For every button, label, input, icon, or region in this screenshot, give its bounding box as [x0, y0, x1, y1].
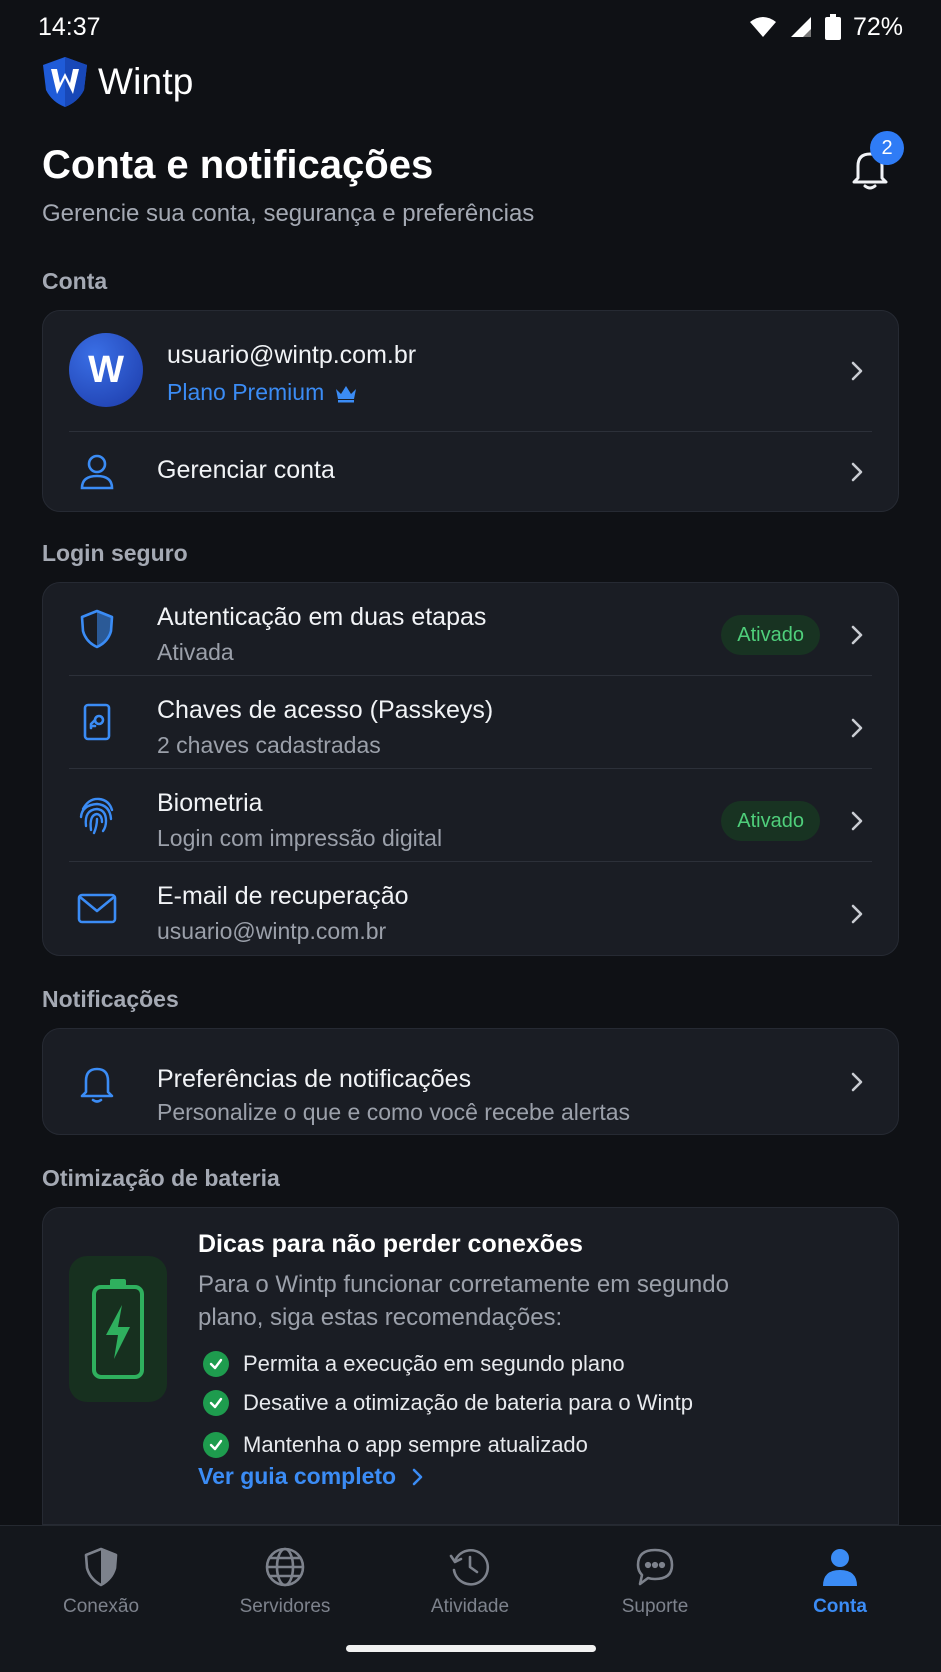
- signal-icon: [790, 17, 811, 37]
- globe-icon: [265, 1547, 305, 1587]
- full-guide-link[interactable]: Ver guia completo: [198, 1463, 426, 1490]
- account-email: usuario@wintp.com.br: [167, 341, 417, 369]
- chevron-right-icon: [851, 811, 863, 831]
- notification-preferences-row[interactable]: Preferências de notificações Personalize…: [43, 1029, 898, 1136]
- two-factor-subtitle: Ativada: [157, 639, 234, 665]
- passkey-icon: [83, 703, 111, 741]
- biometrics-subtitle: Login com impressão digital: [157, 825, 443, 851]
- page-subtitle: Gerencie sua conta, segurança e preferên…: [42, 200, 535, 227]
- chevron-right-icon: [851, 904, 863, 924]
- fingerprint-icon: [79, 797, 114, 835]
- wifi-icon: [749, 17, 776, 37]
- manage-account-row[interactable]: Gerenciar conta: [43, 432, 898, 512]
- biometrics-row[interactable]: Biometria Login com impressão digital At…: [43, 769, 898, 861]
- nav-label: Atividade: [430, 1596, 510, 1617]
- shield-icon: [84, 1547, 118, 1587]
- two-factor-title: Autenticação em duas etapas: [157, 603, 487, 631]
- battery-status-icon: [824, 14, 841, 40]
- status-icons: 72%: [749, 13, 903, 42]
- avatar: W: [69, 333, 143, 407]
- nav-label: Conta: [813, 1596, 867, 1617]
- battery-tile: [69, 1256, 167, 1402]
- shield-icon: [80, 609, 114, 649]
- section-label-battery: Otimização de bateria: [42, 1165, 280, 1191]
- brand: Wintp: [42, 56, 194, 108]
- mail-icon: [77, 893, 117, 924]
- battery-tips-description: Para o Wintp funcionar corretamente em s…: [198, 1271, 729, 1331]
- nav-item-suporte[interactable]: Suporte: [580, 1546, 730, 1618]
- chevron-right-icon: [851, 462, 863, 482]
- tip-text: Mantenha o app sempre atualizado: [243, 1432, 588, 1457]
- user-icon: [823, 1549, 857, 1586]
- nav-item-servidores[interactable]: Servidores: [210, 1546, 360, 1618]
- crown-icon: [336, 385, 357, 402]
- nav-label: Conexão: [62, 1596, 140, 1617]
- recovery-email-row[interactable]: E-mail de recuperação usuario@wintp.com.…: [43, 862, 898, 956]
- check-icon: [203, 1432, 229, 1458]
- bell-icon: [80, 1067, 114, 1103]
- recovery-email-title: E-mail de recuperação: [157, 882, 409, 910]
- section-label-account: Conta: [42, 268, 108, 294]
- section-label-notifications: Notificações: [42, 986, 179, 1012]
- account-card: W usuario@wintp.com.br Plano Premium Ger…: [42, 310, 899, 512]
- check-icon: [203, 1390, 229, 1416]
- section-label-secure-login: Login seguro: [42, 540, 188, 566]
- two-factor-row[interactable]: Autenticação em duas etapas Ativada Ativ…: [43, 583, 898, 675]
- battery-charging-icon: [92, 1279, 144, 1379]
- chat-icon: [636, 1548, 674, 1586]
- notifications-card: Preferências de notificações Personalize…: [42, 1028, 899, 1135]
- manage-account-label: Gerenciar conta: [157, 456, 335, 484]
- passkeys-title: Chaves de acesso (Passkeys): [157, 696, 494, 724]
- tip-text: Desative a otimização de bateria para o …: [243, 1390, 694, 1415]
- wintp-logo-icon: [43, 57, 87, 107]
- nav-item-atividade[interactable]: Atividade: [395, 1546, 545, 1618]
- chevron-right-icon: [851, 361, 863, 381]
- battery-percent: 72%: [852, 12, 903, 41]
- nav-label: Servidores: [239, 1596, 331, 1617]
- page-title: Conta e notificações: [42, 143, 434, 187]
- status-badge: Ativado: [721, 801, 820, 841]
- passkeys-subtitle: 2 chaves cadastradas: [157, 732, 381, 758]
- nav-label: Suporte: [621, 1596, 689, 1617]
- passkeys-row[interactable]: Chaves de acesso (Passkeys) 2 chaves cad…: [43, 676, 898, 768]
- biometrics-title: Biometria: [157, 789, 263, 817]
- chevron-right-icon: [851, 718, 863, 738]
- status-bar: 14:37 72%: [0, 0, 941, 54]
- tip-item: Permita a execução em segundo plano: [203, 1351, 625, 1377]
- user-icon: [80, 454, 114, 490]
- full-guide-label: Ver guia completo: [198, 1463, 397, 1489]
- battery-tips-title: Dicas para não perder conexões: [198, 1230, 583, 1258]
- status-badge: Ativado: [721, 615, 820, 655]
- tip-item: Mantenha o app sempre atualizado: [203, 1432, 588, 1458]
- history-icon: [449, 1549, 490, 1586]
- tip-text: Permita a execução em segundo plano: [243, 1351, 625, 1376]
- nav-item-conexao[interactable]: Conexão: [26, 1546, 176, 1618]
- tip-item: Desative a otimização de bateria para o …: [203, 1390, 693, 1416]
- plan-label: Plano Premium: [167, 379, 358, 406]
- chevron-right-icon: [851, 1072, 863, 1092]
- check-icon: [203, 1351, 229, 1377]
- brand-name: Wintp: [98, 61, 194, 102]
- battery-card: Dicas para não perder conexões Para o Wi…: [42, 1207, 899, 1525]
- home-indicator: [346, 1645, 596, 1652]
- secure-login-card: Autenticação em duas etapas Ativada Ativ…: [42, 582, 899, 956]
- plan-name: Plano Premium: [167, 379, 325, 405]
- notification-preferences-subtitle: Personalize o que e como você recebe ale…: [157, 1099, 631, 1125]
- recovery-email-subtitle: usuario@wintp.com.br: [157, 918, 387, 944]
- status-time: 14:37: [38, 12, 101, 41]
- chevron-right-icon: [412, 1468, 423, 1485]
- notification-preferences-title: Preferências de notificações: [157, 1065, 472, 1093]
- account-profile-row[interactable]: W usuario@wintp.com.br Plano Premium: [43, 311, 898, 431]
- chevron-right-icon: [851, 625, 863, 645]
- nav-item-conta[interactable]: Conta: [765, 1546, 915, 1618]
- notification-count-badge: 2: [870, 131, 904, 165]
